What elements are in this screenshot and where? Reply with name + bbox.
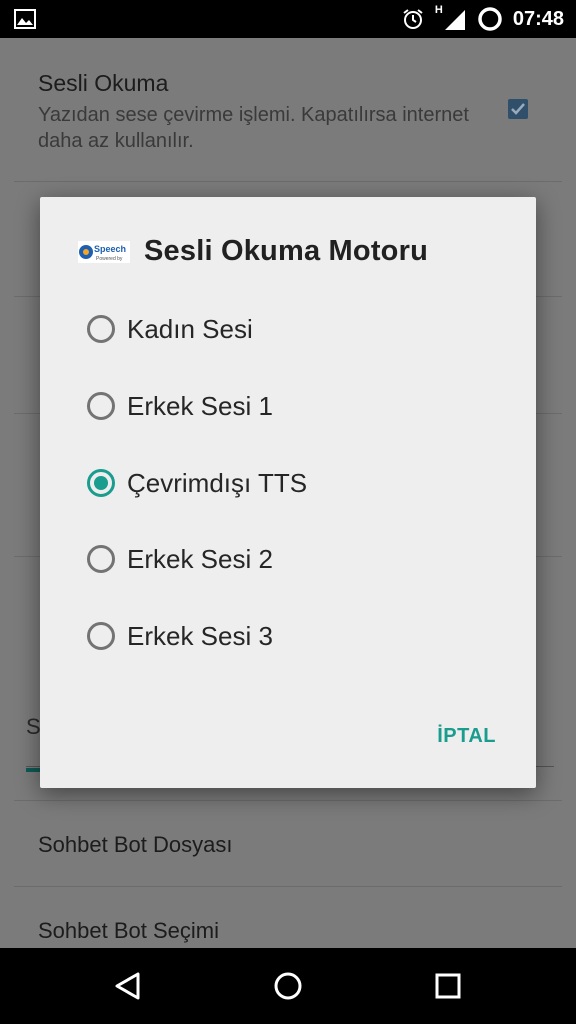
- dialog-title: Sesli Okuma Motoru: [144, 235, 428, 267]
- option-label: Erkek Sesi 3: [127, 620, 273, 651]
- divider: [14, 800, 562, 801]
- battery-saver-icon: [478, 7, 502, 31]
- recents-icon[interactable]: [432, 970, 464, 1002]
- pref-summary: Yazıdan sese çevirme işlemi. Kapatılırsa…: [38, 104, 469, 152]
- option-erkek-sesi-2[interactable]: Erkek Sesi 2: [87, 529, 273, 589]
- option-erkek-sesi-1[interactable]: Erkek Sesi 1: [87, 376, 273, 436]
- option-erkek-sesi-3[interactable]: Erkek Sesi 3: [87, 606, 273, 666]
- navigation-bar: [0, 948, 576, 1024]
- tts-engine-dialog: Speech Powered by Sesli Okuma Motoru Kad…: [40, 197, 536, 788]
- option-kadin-sesi[interactable]: Kadın Sesi: [87, 299, 253, 359]
- radio-button[interactable]: [87, 545, 115, 573]
- radio-button[interactable]: [87, 315, 115, 343]
- image-notification-icon: [14, 9, 36, 29]
- section-active-indicator: [26, 768, 40, 772]
- check-icon: [511, 103, 525, 115]
- option-label: Kadın Sesi: [127, 313, 253, 344]
- dialog-header: Speech Powered by Sesli Okuma Motoru: [78, 235, 428, 268]
- ispeech-logo: Speech Powered by: [78, 240, 130, 263]
- status-bar: H 07:48: [0, 0, 576, 38]
- section-header: S: [26, 714, 41, 739]
- option-label: Erkek Sesi 1: [127, 390, 273, 421]
- home-icon[interactable]: [272, 970, 304, 1002]
- pref-checkbox[interactable]: [508, 99, 528, 119]
- option-label: Çevrimdışı TTS: [127, 467, 308, 498]
- option-label: Erkek Sesi 2: [127, 543, 273, 574]
- status-time: 07:48: [512, 7, 564, 30]
- item-chat-select[interactable]: Sohbet Bot Seçimi: [38, 918, 219, 944]
- logo-subtext: Powered by: [96, 256, 123, 262]
- back-icon[interactable]: [112, 970, 144, 1002]
- radio-button-selected[interactable]: [87, 469, 115, 497]
- signal-icon: [444, 10, 465, 30]
- logo-text: Speech: [94, 244, 126, 254]
- divider: [14, 181, 562, 182]
- network-type-label: H: [434, 4, 443, 16]
- radio-button[interactable]: [87, 392, 115, 420]
- cancel-button[interactable]: İPTAL: [437, 725, 496, 748]
- pref-title[interactable]: Sesli Okuma: [38, 70, 168, 97]
- divider: [14, 886, 562, 887]
- item-chat-file[interactable]: Sohbet Bot Dosyası: [38, 832, 232, 858]
- option-cevrimdisi-tts[interactable]: Çevrimdışı TTS: [87, 453, 307, 513]
- radio-button[interactable]: [87, 622, 115, 650]
- signal-indicator: H: [434, 4, 467, 32]
- alarm-icon: [403, 9, 423, 29]
